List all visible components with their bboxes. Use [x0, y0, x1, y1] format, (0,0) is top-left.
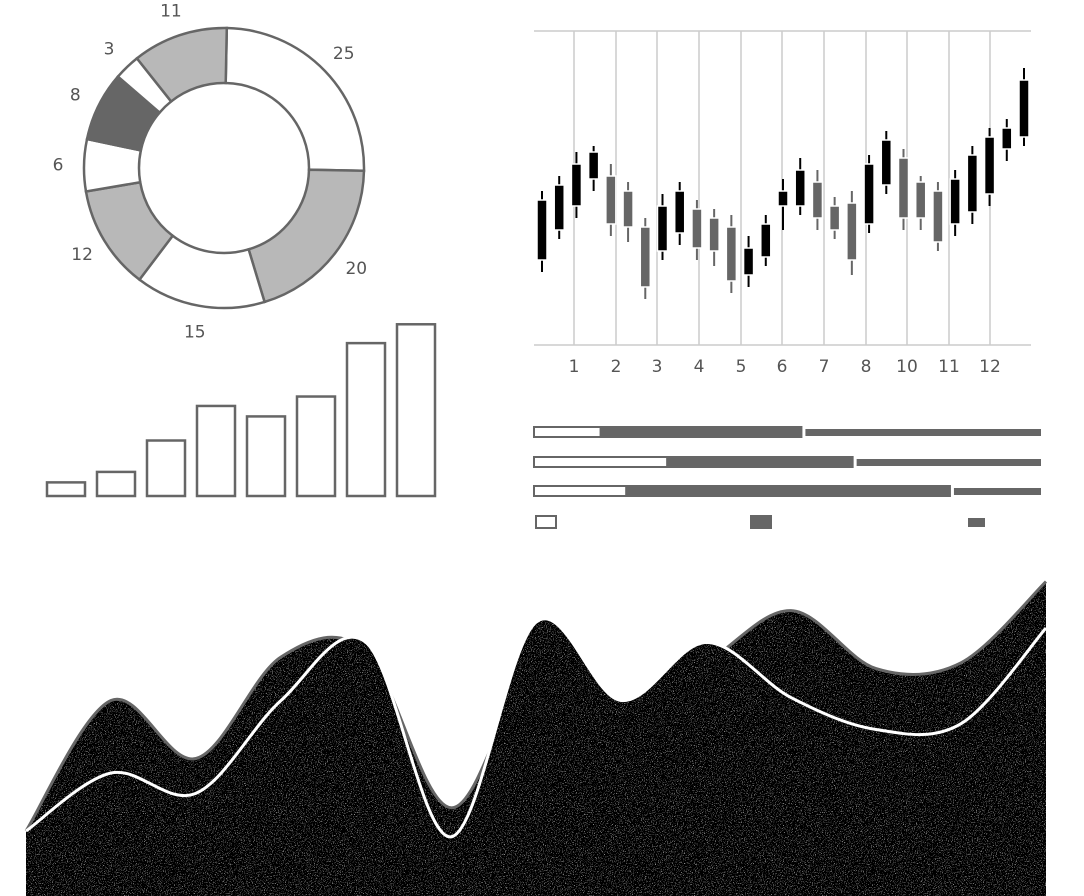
candle-body — [1018, 79, 1030, 138]
bar — [45, 481, 87, 498]
area-chart — [24, 580, 1048, 896]
horizontal-bar-chart — [533, 426, 1041, 529]
hbar-segment — [600, 426, 803, 438]
hbar-segment — [856, 459, 1041, 466]
candle-body — [536, 199, 548, 261]
donut-label: 15 — [184, 322, 206, 342]
donut-label: 20 — [345, 259, 367, 279]
x-tick-label: 11 — [938, 357, 960, 377]
bar — [195, 404, 237, 498]
x-tick-label: 3 — [652, 357, 663, 377]
candle-body — [673, 190, 686, 234]
x-tick-label: 8 — [861, 357, 872, 377]
bar — [395, 323, 437, 498]
candle-body — [794, 169, 806, 207]
candle-body — [846, 202, 858, 261]
candle-body — [983, 136, 996, 195]
donut-label: 11 — [160, 2, 182, 22]
donut-chart: 25 20 15 12 6 8 3 11 — [53, 2, 368, 343]
x-tick-label: 10 — [896, 357, 918, 377]
candle-body — [639, 226, 652, 288]
candle-body — [777, 190, 789, 207]
candle-body — [932, 190, 944, 243]
candle-body — [828, 205, 841, 231]
candle-body — [622, 190, 634, 228]
candle-body — [897, 157, 910, 219]
donut-segment — [247, 168, 366, 304]
legend-swatch — [750, 515, 772, 529]
hbar-segment — [953, 488, 1041, 495]
candle-body — [656, 205, 669, 252]
x-tick-label: 6 — [777, 357, 788, 377]
candlestick-chart: 1 2 3 4 5 6 7 8 10 11 12 — [534, 30, 1031, 377]
x-tick-label: 2 — [611, 357, 622, 377]
bar-chart — [45, 323, 437, 498]
donut-label: 8 — [70, 85, 81, 105]
hbar-segment — [805, 429, 1041, 436]
donut-label: 25 — [333, 44, 355, 64]
candle-body — [1001, 127, 1013, 150]
candle-body — [880, 139, 893, 186]
legend-swatch — [535, 515, 557, 529]
candle-body — [760, 223, 772, 258]
dashboard-chart-canvas: 2520151268311 1 2 3 4 5 6 7 8 10 11 12 — [24, 2, 1048, 896]
hbar-segment — [533, 485, 628, 497]
bar — [145, 439, 187, 498]
candle-body — [553, 184, 565, 231]
hbar-segment — [533, 456, 669, 468]
candle-body — [949, 178, 961, 225]
x-tick-label: 7 — [819, 357, 830, 377]
legend-swatch — [968, 518, 985, 527]
bar — [95, 470, 137, 498]
donut-label: 12 — [71, 245, 93, 265]
candle-body — [811, 181, 824, 219]
donut-label: 3 — [104, 39, 115, 59]
hbar-segment — [533, 426, 602, 438]
candle-body — [966, 154, 979, 213]
hbar-segment — [626, 485, 951, 497]
candle-body — [742, 247, 755, 276]
hbar-segment — [667, 456, 854, 468]
candle-body — [570, 163, 583, 207]
bar — [295, 395, 337, 498]
candle-body — [605, 175, 617, 225]
candle-body — [708, 217, 720, 252]
donut-label: 6 — [53, 156, 64, 176]
candle-body — [725, 226, 738, 282]
x-tick-label: 12 — [979, 357, 1001, 377]
bar — [345, 341, 387, 498]
candle-body — [863, 163, 875, 225]
bar — [245, 415, 287, 498]
x-tick-label: 4 — [694, 357, 705, 377]
candle-body — [914, 181, 927, 219]
candle-body — [587, 151, 600, 180]
x-tick-label: 1 — [569, 357, 580, 377]
candle-body — [691, 208, 703, 249]
x-tick-label: 5 — [736, 357, 747, 377]
